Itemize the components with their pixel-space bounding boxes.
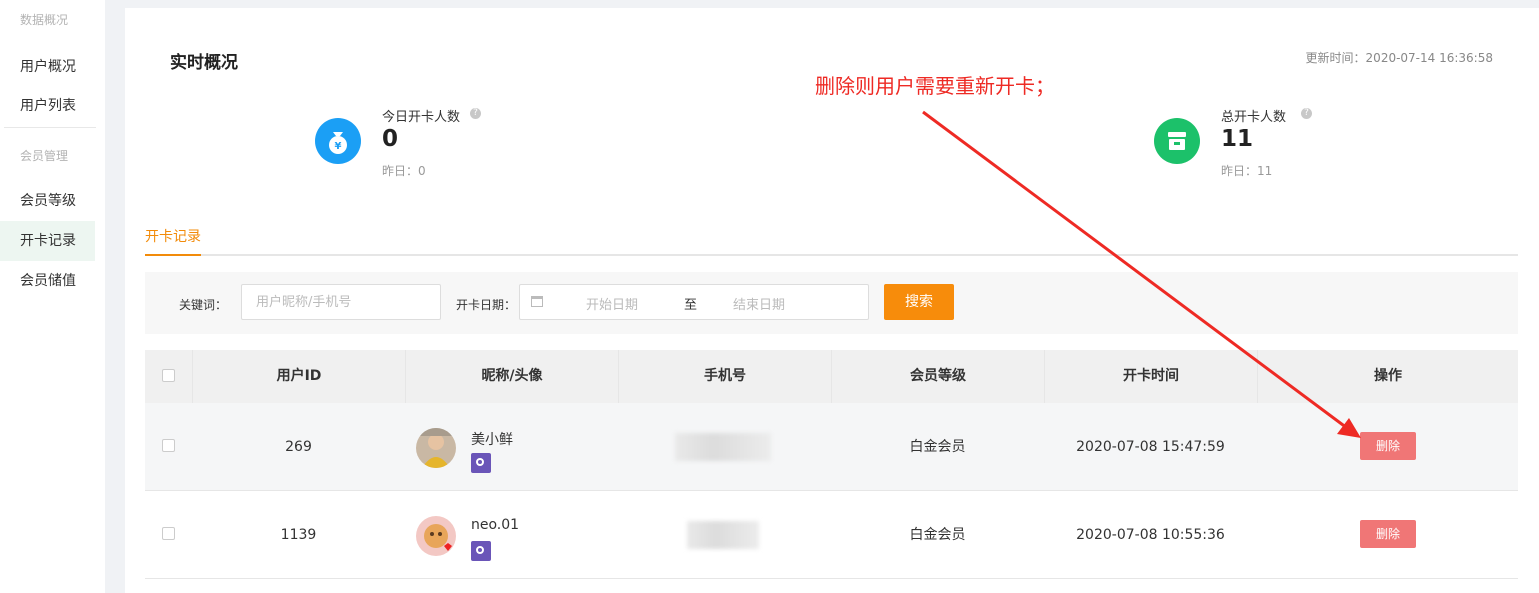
avatar [416,516,456,556]
tab-card-records[interactable]: 开卡记录 [145,226,201,256]
delete-button[interactable]: 删除 [1360,432,1416,460]
phone-number-blurred [675,433,771,461]
select-all-checkbox[interactable] [162,369,175,382]
sidebar-item-user-overview[interactable]: 用户概况 [0,47,95,87]
date-range-picker[interactable]: 开始日期 至 结束日期 [519,284,869,320]
row-checkbox[interactable] [162,439,175,452]
column-header-user-id: 用户ID [192,350,405,403]
sidebar-item-card-records[interactable]: 开卡记录 [0,221,95,261]
column-header-phone: 手机号 [618,350,831,403]
sidebar-divider [4,127,96,128]
date-separator: 至 [684,298,698,313]
stat-today-yesterday: 昨日：0 [382,164,426,178]
table-row: 1139 neo.01 白金会员 2020-07-08 10:55:36 删除 [145,491,1518,579]
help-icon[interactable]: ? [470,108,481,119]
stat-total-yesterday: 昨日：11 [1221,164,1273,178]
card-time: 2020-07-08 10:55:36 [1076,527,1225,543]
end-date-input[interactable]: 结束日期 [733,294,785,313]
store-icon [1154,118,1200,164]
mini-program-icon [471,453,491,473]
row-checkbox[interactable] [162,527,175,540]
search-button[interactable]: 搜索 [884,284,954,320]
column-header-member-level: 会员等级 [831,350,1044,403]
sidebar: 数据概况 用户概况 用户列表 会员管理 会员等级 开卡记录 会员储值 [0,0,105,593]
column-header-card-time: 开卡时间 [1044,350,1257,403]
nickname: 美小鲜 [471,432,513,448]
keyword-label: 关键词： [179,298,228,312]
filter-bar: 关键词： 开卡日期： 开始日期 至 结束日期 搜索 [145,272,1518,334]
card-time: 2020-07-08 15:47:59 [1076,439,1225,455]
sidebar-item-member-level[interactable]: 会员等级 [0,181,95,221]
tab-bar: 开卡记录 [145,226,1518,256]
delete-button[interactable]: 删除 [1360,520,1416,548]
update-time: 更新时间：2020-07-14 16:36:58 [1305,51,1493,65]
user-id: 269 [285,439,312,455]
member-level: 白金会员 [909,527,966,543]
keyword-search-input[interactable] [241,284,441,320]
mini-program-icon [471,541,491,561]
column-header-nickname-avatar: 昵称/头像 [405,350,618,403]
stat-today-value: 0 [382,126,399,152]
money-bag-icon: ¥ [315,118,361,164]
date-label: 开卡日期： [456,298,517,312]
stat-total-value: 11 [1221,126,1254,152]
member-level: 白金会员 [909,439,966,455]
sidebar-group-data-overview: 数据概况 [20,13,69,27]
svg-text:¥: ¥ [335,141,342,152]
table-row: 269 美小鲜 白金会员 2020-07-08 15:47:59 删除 [145,403,1518,491]
start-date-input[interactable]: 开始日期 [586,294,638,313]
annotation-text: 删除则用户需要重新开卡； [815,74,1055,98]
stat-today-label: 今日开卡人数 [382,110,461,125]
column-header-actions: 操作 [1257,350,1518,403]
stat-total-label: 总开卡人数 [1221,110,1287,125]
avatar [416,428,456,468]
table-header: 用户ID 昵称/头像 手机号 会员等级 开卡时间 操作 [145,350,1518,404]
page-title: 实时概况 [170,53,238,73]
user-id: 1139 [280,527,317,543]
calendar-icon [531,296,543,307]
sidebar-item-member-stored-value[interactable]: 会员储值 [0,261,95,301]
phone-number-blurred [687,521,759,549]
main-panel: 实时概况 更新时间：2020-07-14 16:36:58 ¥ 今日开卡人数 ?… [125,8,1539,593]
sidebar-item-user-list[interactable]: 用户列表 [0,86,95,126]
sidebar-group-member-management: 会员管理 [20,149,69,163]
help-icon[interactable]: ? [1301,108,1312,119]
nickname: neo.01 [471,517,520,533]
